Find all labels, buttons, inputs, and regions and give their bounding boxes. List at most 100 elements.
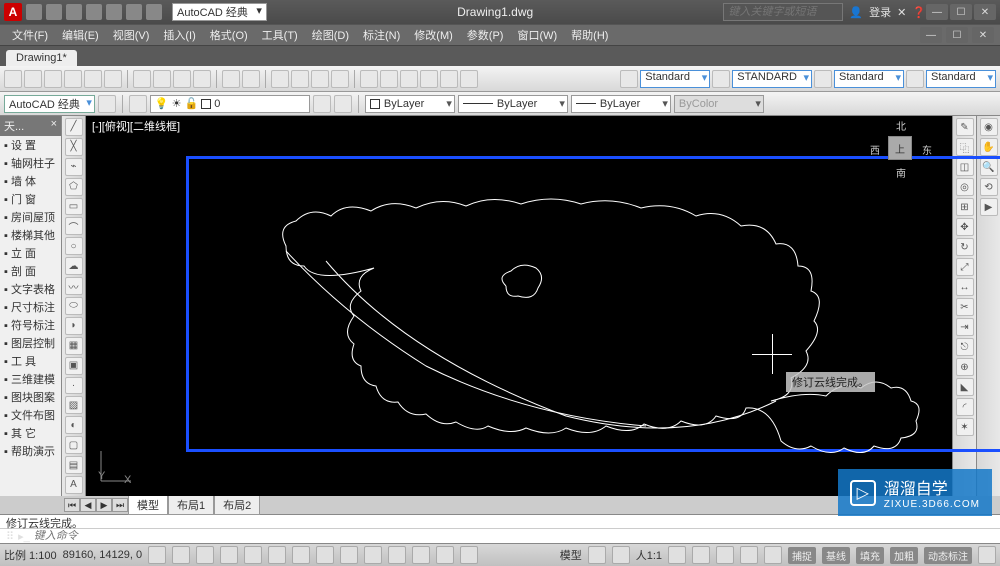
login-link[interactable]: 登录 <box>869 4 891 20</box>
sb-qp-icon[interactable] <box>412 546 430 564</box>
layer-manager-icon[interactable] <box>129 95 147 113</box>
publish-icon[interactable] <box>104 70 122 88</box>
sb-grid-icon[interactable] <box>172 546 190 564</box>
sb-lock-icon[interactable] <box>740 546 758 564</box>
point-icon[interactable]: · <box>65 377 83 395</box>
sb-annauto-icon[interactable] <box>692 546 710 564</box>
mdi-restore-button[interactable]: ☐ <box>946 27 968 43</box>
sb-polar-icon[interactable] <box>220 546 238 564</box>
sb-3dosnap-icon[interactable] <box>268 546 286 564</box>
sidebar-item[interactable]: ▪ 门 窗 <box>0 190 61 208</box>
cut-icon[interactable] <box>133 70 151 88</box>
menu-tools[interactable]: 工具(T) <box>256 25 304 45</box>
layer-prev-icon[interactable] <box>334 95 352 113</box>
menu-modify[interactable]: 修改(M) <box>408 25 459 45</box>
workspace-combo[interactable]: AutoCAD 经典 <box>4 95 95 113</box>
sb-snap-icon[interactable] <box>148 546 166 564</box>
sidebar-item[interactable]: ▪ 文件布图 <box>0 406 61 424</box>
layout-next-icon[interactable]: ▶ <box>96 498 112 512</box>
sb-lwt-icon[interactable] <box>364 546 382 564</box>
workspace-settings-icon[interactable] <box>98 95 116 113</box>
close-button[interactable]: ✕ <box>974 4 996 20</box>
zoom-prev-icon[interactable] <box>331 70 349 88</box>
erase-icon[interactable]: ✎ <box>956 118 974 136</box>
document-tab[interactable]: Drawing1* <box>6 50 77 66</box>
command-input[interactable] <box>34 530 994 542</box>
dimstyle-icon[interactable] <box>712 70 730 88</box>
sb-dyn-icon[interactable] <box>340 546 358 564</box>
layout-prev-icon[interactable]: ◀ <box>80 498 96 512</box>
table-icon[interactable]: ▤ <box>65 456 83 474</box>
preview-icon[interactable] <box>84 70 102 88</box>
table-style-combo[interactable]: Standard <box>834 70 904 88</box>
open-icon[interactable] <box>24 70 42 88</box>
sidebar-item[interactable]: ▪ 三维建模 <box>0 370 61 388</box>
hatch-icon[interactable]: ▨ <box>65 396 83 414</box>
line-icon[interactable]: ╱ <box>65 118 83 136</box>
nav-wheel-icon[interactable]: ◉ <box>980 118 998 136</box>
menu-insert[interactable]: 插入(I) <box>157 25 201 45</box>
tab-layout2[interactable]: 布局2 <box>214 495 260 515</box>
command-handle-icon[interactable]: ⠿ <box>6 530 14 543</box>
palette-close-icon[interactable]: × <box>51 118 57 134</box>
sb-toggle[interactable]: 填充 <box>856 547 884 564</box>
spline-icon[interactable]: 〰 <box>65 277 83 295</box>
annotation-scale[interactable]: 人1:1 <box>636 547 662 563</box>
paste-icon[interactable] <box>173 70 191 88</box>
menu-draw[interactable]: 绘图(D) <box>306 25 355 45</box>
help-icon[interactable]: ❓ <box>912 6 926 19</box>
mleader-style-combo[interactable]: Standard <box>926 70 996 88</box>
qat-save-icon[interactable] <box>66 4 82 20</box>
sb-clean-icon[interactable] <box>978 546 996 564</box>
sidebar-item[interactable]: ▪ 符号标注 <box>0 316 61 334</box>
redo-icon[interactable] <box>242 70 260 88</box>
menu-window[interactable]: 窗口(W) <box>511 25 563 45</box>
qat-new-icon[interactable] <box>26 4 42 20</box>
sheetset-icon[interactable] <box>420 70 438 88</box>
sb-annvis-icon[interactable] <box>668 546 686 564</box>
copy-icon[interactable] <box>153 70 171 88</box>
maximize-button[interactable]: ☐ <box>950 4 972 20</box>
mleaderstyle-icon[interactable] <box>906 70 924 88</box>
menu-dimension[interactable]: 标注(N) <box>357 25 406 45</box>
properties-icon[interactable] <box>360 70 378 88</box>
qat-redo-icon[interactable] <box>146 4 162 20</box>
sb-hardware-icon[interactable] <box>764 546 782 564</box>
sb-ducs-icon[interactable] <box>316 546 334 564</box>
sb-otrack-icon[interactable] <box>292 546 310 564</box>
qat-saveas-icon[interactable] <box>86 4 102 20</box>
sidebar-item[interactable]: ▪ 工 具 <box>0 352 61 370</box>
layout-first-icon[interactable]: ⏮ <box>64 498 80 512</box>
designcenter-icon[interactable] <box>380 70 398 88</box>
sb-toggle[interactable]: 捕捉 <box>788 547 816 564</box>
insert-icon[interactable]: ▦ <box>65 337 83 355</box>
sidebar-item[interactable]: ▪ 剖 面 <box>0 262 61 280</box>
menu-format[interactable]: 格式(O) <box>204 25 254 45</box>
scale-label[interactable]: 比例 1:100 <box>4 547 57 563</box>
markup-icon[interactable] <box>440 70 458 88</box>
text-style-combo[interactable]: Standard <box>640 70 710 88</box>
zoom-window-icon[interactable] <box>311 70 329 88</box>
calc-icon[interactable] <box>460 70 478 88</box>
sb-layout-icon[interactable] <box>588 546 606 564</box>
region-icon[interactable]: ▢ <box>65 436 83 454</box>
workspace-selector[interactable]: AutoCAD 经典 <box>172 3 267 21</box>
pan-icon[interactable] <box>271 70 289 88</box>
menu-file[interactable]: 文件(F) <box>6 25 54 45</box>
mdi-close-button[interactable]: ✕ <box>972 27 994 43</box>
save-icon[interactable] <box>44 70 62 88</box>
linetype-combo[interactable]: ByLayer <box>458 95 568 113</box>
sidebar-item[interactable]: ▪ 图层控制 <box>0 334 61 352</box>
sb-osnap-icon[interactable] <box>244 546 262 564</box>
block-icon[interactable]: ▣ <box>65 357 83 375</box>
toolpalette-icon[interactable] <box>400 70 418 88</box>
layout-last-icon[interactable]: ⏭ <box>112 498 128 512</box>
new-icon[interactable] <box>4 70 22 88</box>
sb-tpy-icon[interactable] <box>388 546 406 564</box>
app-logo-icon[interactable]: A <box>4 3 22 21</box>
tab-layout1[interactable]: 布局1 <box>168 495 214 515</box>
ellipse-icon[interactable]: ⬭ <box>65 297 83 315</box>
sidebar-item[interactable]: ▪ 其 它 <box>0 424 61 442</box>
model-space-button[interactable]: 模型 <box>560 547 582 563</box>
xline-icon[interactable]: ╳ <box>65 138 83 156</box>
